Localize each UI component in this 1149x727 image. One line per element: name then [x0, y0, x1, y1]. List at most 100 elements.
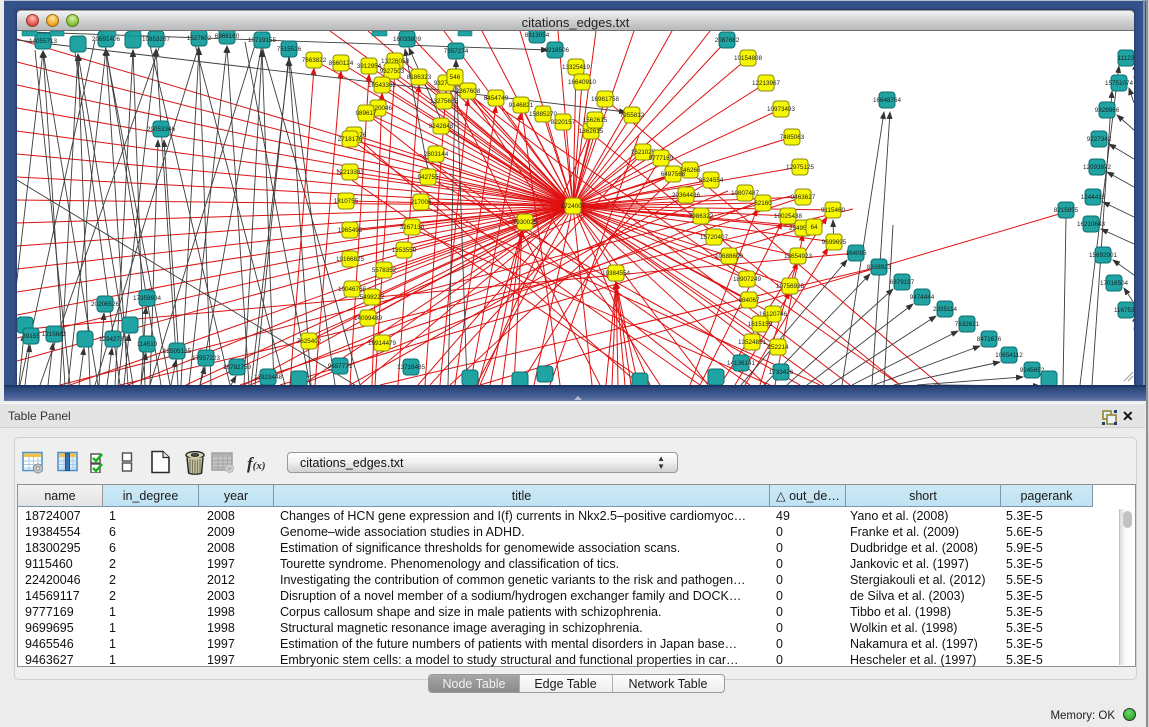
- svg-text:12093872: 12093872: [1083, 164, 1112, 171]
- svg-text:5498222: 5498222: [360, 294, 385, 301]
- svg-text:7663822: 7663822: [302, 57, 327, 64]
- svg-text:14055713: 14055713: [29, 38, 58, 45]
- svg-text:20206526: 20206526: [91, 301, 120, 308]
- svg-text:7955812: 7955812: [620, 112, 645, 119]
- svg-text:17359934: 17359934: [133, 295, 162, 302]
- svg-text:16782759: 16782759: [223, 364, 252, 371]
- svg-text:8215955: 8215955: [1054, 207, 1079, 214]
- svg-text:19166825: 19166825: [336, 256, 365, 263]
- svg-text:1930025: 1930025: [513, 219, 538, 226]
- svg-text:20364436: 20364436: [672, 192, 701, 199]
- svg-text:18907249: 18907249: [733, 276, 762, 283]
- svg-text:7625402: 7625402: [297, 338, 322, 345]
- svg-text:252214: 252214: [767, 344, 789, 351]
- svg-text:9657771: 9657771: [328, 363, 353, 370]
- svg-text:13325419: 13325419: [562, 64, 591, 71]
- svg-text:1733426: 1733426: [769, 369, 794, 376]
- svg-text:10719155: 10719155: [248, 37, 277, 44]
- svg-text:9699695: 9699695: [822, 239, 847, 246]
- svg-text:2935114: 2935114: [933, 306, 958, 313]
- svg-text:3624554: 3624554: [699, 177, 724, 184]
- svg-text:942755: 942755: [417, 174, 439, 181]
- svg-text:16640910: 16640910: [568, 79, 597, 86]
- svg-text:14099489: 14099489: [354, 315, 383, 322]
- svg-text:17016504: 17016504: [1100, 280, 1129, 287]
- svg-text:2718176: 2718176: [338, 136, 363, 143]
- svg-text:1527602: 1527602: [187, 35, 212, 42]
- svg-text:39155: 39155: [22, 333, 40, 340]
- svg-text:1810755: 1810755: [334, 198, 359, 205]
- svg-text:19756928: 19756928: [776, 283, 805, 290]
- svg-text:8220157: 8220157: [551, 119, 576, 126]
- svg-text:114519: 114519: [137, 341, 158, 348]
- svg-text:10154808: 10154808: [734, 55, 763, 62]
- svg-text:11123: 11123: [1118, 55, 1134, 62]
- svg-text:1244415: 1244415: [1081, 194, 1106, 201]
- svg-text:7515526: 7515526: [277, 46, 302, 53]
- svg-text:29053346: 29053346: [147, 126, 176, 133]
- svg-text:13716485: 13716485: [397, 364, 426, 371]
- svg-text:6497568: 6497568: [661, 171, 686, 178]
- svg-text:10654112: 10654112: [995, 352, 1023, 359]
- svg-text:10973493: 10973493: [767, 106, 796, 113]
- svg-text:62160: 62160: [754, 200, 772, 207]
- svg-text:9329966: 9329966: [1095, 107, 1120, 114]
- svg-text:10688609: 10688609: [715, 253, 744, 260]
- svg-text:984067: 984067: [738, 297, 760, 304]
- svg-text:10046766: 10046766: [338, 286, 367, 293]
- svg-text:12942737: 12942737: [99, 336, 128, 343]
- svg-text:16033809: 16033809: [393, 36, 422, 43]
- svg-text:8813054: 8813054: [525, 32, 550, 39]
- svg-text:16210643: 16210643: [1077, 221, 1106, 228]
- svg-text:217006: 217006: [410, 199, 432, 206]
- svg-text:1215682: 1215682: [42, 331, 67, 338]
- svg-text:9777169: 9777169: [649, 155, 674, 162]
- svg-text:7632621: 7632621: [955, 321, 980, 328]
- svg-text:8471676: 8471676: [977, 336, 1002, 343]
- svg-text:1724007: 1724007: [561, 203, 586, 210]
- svg-text:1965492: 1965492: [338, 227, 363, 234]
- svg-text:9474444: 9474444: [910, 294, 935, 301]
- svg-text:10025438: 10025438: [774, 213, 803, 220]
- svg-text:15885270: 15885270: [529, 111, 558, 118]
- svg-text:9327503: 9327503: [380, 68, 405, 75]
- svg-text:16914479: 16914479: [368, 340, 397, 347]
- svg-text:13654923: 13654923: [784, 253, 813, 260]
- svg-text:1615152: 1615152: [748, 321, 773, 328]
- svg-text:7986322: 7986322: [689, 213, 714, 220]
- svg-text:19384554: 19384554: [602, 270, 631, 277]
- svg-text:20691406: 20691406: [92, 36, 121, 43]
- svg-text:15720407: 15720407: [700, 234, 729, 241]
- svg-text:12975125: 12975125: [786, 164, 815, 171]
- svg-text:2367608: 2367608: [456, 88, 481, 95]
- svg-text:13275685: 13275685: [430, 98, 459, 105]
- svg-text:3912954: 3912954: [357, 63, 382, 70]
- svg-text:1562615: 1562615: [583, 117, 608, 124]
- svg-text:13524851: 13524851: [738, 339, 767, 346]
- svg-text:12213383: 12213383: [336, 169, 365, 176]
- svg-text:3267130: 3267130: [400, 224, 425, 231]
- svg-text:10853267: 10853267: [142, 36, 171, 43]
- svg-text:1362615: 1362615: [579, 128, 604, 135]
- svg-text:12923448: 12923448: [254, 374, 283, 381]
- svg-text:9242848: 9242848: [429, 123, 454, 130]
- svg-text:2803144: 2803144: [424, 151, 449, 158]
- svg-text:9227342: 9227342: [1087, 136, 1112, 143]
- svg-text:64: 64: [810, 224, 818, 231]
- svg-text:8454749: 8454749: [484, 95, 509, 102]
- svg-text:2087682: 2087682: [715, 37, 740, 44]
- svg-text:15751074: 15751074: [1105, 80, 1134, 87]
- svg-text:19218506: 19218506: [541, 47, 570, 54]
- svg-text:1167534: 1167534: [1114, 307, 1134, 314]
- svg-text:16543362: 16543362: [368, 82, 397, 89]
- svg-text:989617: 989617: [355, 110, 377, 117]
- svg-text:5578352: 5578352: [372, 267, 397, 274]
- svg-text:164095: 164095: [845, 250, 867, 257]
- svg-text:16961758: 16961758: [591, 96, 620, 103]
- svg-text:9463627: 9463627: [791, 194, 816, 201]
- svg-text:12213967: 12213967: [752, 80, 781, 87]
- svg-text:1353559: 1353559: [392, 247, 417, 254]
- svg-text:7357274: 7357274: [444, 48, 469, 55]
- svg-text:7485063: 7485063: [780, 134, 805, 141]
- svg-text:8660124: 8660124: [329, 60, 354, 67]
